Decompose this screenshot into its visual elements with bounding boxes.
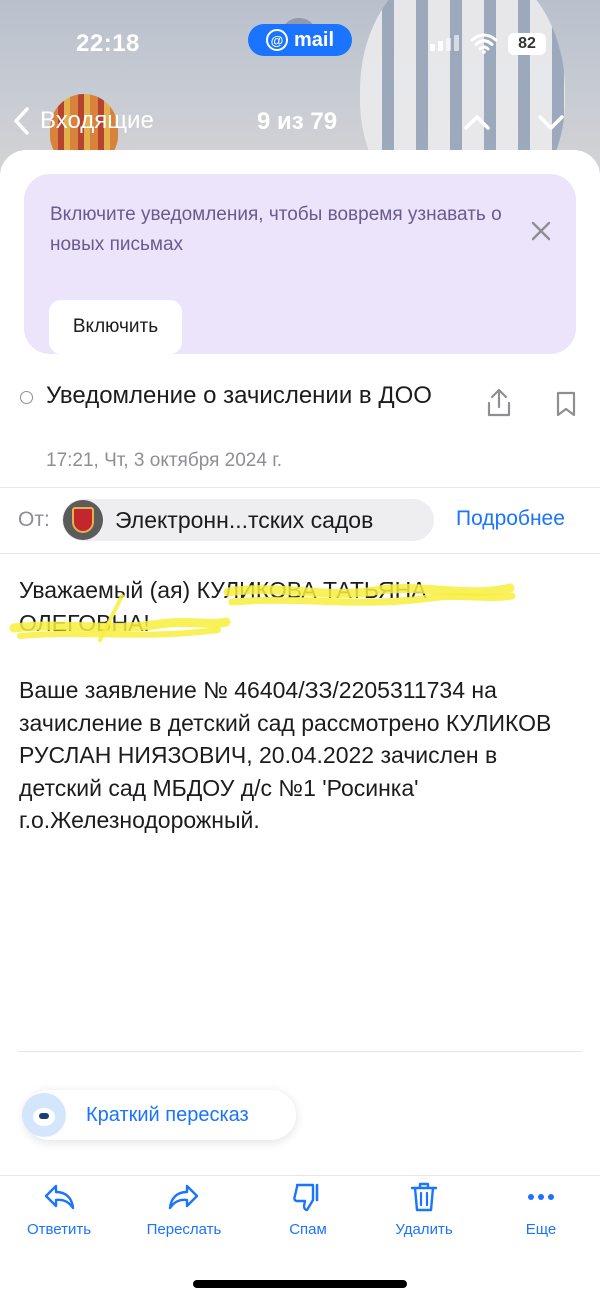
assistant-mascot-icon bbox=[22, 1093, 66, 1137]
summary-button[interactable]: Краткий пересказ bbox=[22, 1090, 296, 1140]
forward-label: Переслать bbox=[146, 1221, 222, 1238]
enable-notifications-button[interactable]: Включить bbox=[49, 300, 182, 354]
reply-button[interactable]: Ответить bbox=[9, 1180, 109, 1238]
battery-indicator: 82 bbox=[508, 33, 546, 55]
divider bbox=[18, 1051, 582, 1052]
mail-app-label: mail bbox=[293, 28, 335, 51]
from-label: От: bbox=[18, 508, 50, 531]
delete-label: Удалить bbox=[395, 1221, 453, 1238]
spam-label: Спам bbox=[289, 1221, 327, 1238]
sender-name: Электронн...тских садов bbox=[115, 506, 374, 533]
sender-avatar bbox=[63, 500, 103, 540]
mail-app-badge[interactable]: @ mail bbox=[248, 24, 352, 56]
message-date: 17:21, Чт, 3 октября 2024 г. bbox=[46, 450, 283, 471]
home-indicator[interactable] bbox=[193, 1280, 407, 1288]
coat-of-arms-icon bbox=[72, 507, 94, 533]
details-link[interactable]: Подробнее bbox=[456, 507, 565, 531]
divider bbox=[0, 553, 600, 554]
bookmark-icon[interactable] bbox=[555, 390, 577, 418]
message-body: Ваше заявление № 46404/ЗЗ/2205311734 на … bbox=[19, 677, 552, 833]
spam-button[interactable]: Спам bbox=[258, 1180, 358, 1238]
back-label: Входящие bbox=[40, 107, 154, 134]
notification-banner: Включите уведомления, чтобы вовремя узна… bbox=[24, 174, 576, 354]
toolbar-divider bbox=[0, 1175, 600, 1176]
at-icon: @ bbox=[265, 29, 288, 51]
notification-text: Включите уведомления, чтобы вовремя узна… bbox=[50, 204, 502, 255]
message-counter: 9 из 79 bbox=[257, 108, 338, 135]
more-label: Еще bbox=[525, 1221, 557, 1238]
wifi-icon bbox=[470, 33, 498, 54]
more-dots-icon bbox=[528, 1194, 554, 1200]
divider bbox=[0, 487, 600, 488]
thumbs-down-icon bbox=[293, 1183, 319, 1212]
more-button[interactable]: Еще bbox=[491, 1180, 591, 1238]
message-sheet: Включите уведомления, чтобы вовремя узна… bbox=[0, 150, 600, 1300]
status-time: 22:18 bbox=[76, 30, 140, 57]
delete-button[interactable]: Удалить bbox=[374, 1180, 474, 1238]
reply-icon bbox=[44, 1184, 75, 1210]
share-icon[interactable] bbox=[486, 388, 512, 418]
trash-icon bbox=[410, 1182, 438, 1212]
message-subject: Уведомление о зачислении в ДОО bbox=[46, 382, 432, 409]
chevron-left-icon bbox=[14, 107, 29, 135]
forward-icon bbox=[168, 1184, 199, 1210]
summary-label: Краткий пересказ bbox=[86, 1103, 249, 1126]
back-button[interactable]: Входящие bbox=[12, 106, 154, 136]
previous-message-button[interactable] bbox=[462, 110, 492, 134]
read-status-icon[interactable] bbox=[20, 391, 33, 404]
reply-label: Ответить bbox=[26, 1221, 92, 1238]
next-message-button[interactable] bbox=[536, 110, 566, 134]
forward-button[interactable]: Переслать bbox=[134, 1180, 234, 1238]
sender-chip[interactable]: Электронн...тских садов bbox=[62, 499, 434, 541]
redaction-scribble bbox=[9, 583, 516, 642]
close-icon[interactable] bbox=[530, 220, 552, 242]
cellular-signal-icon bbox=[430, 35, 459, 51]
bottom-toolbar: Ответить Переслать Спам Удалить Еще bbox=[0, 1180, 600, 1250]
